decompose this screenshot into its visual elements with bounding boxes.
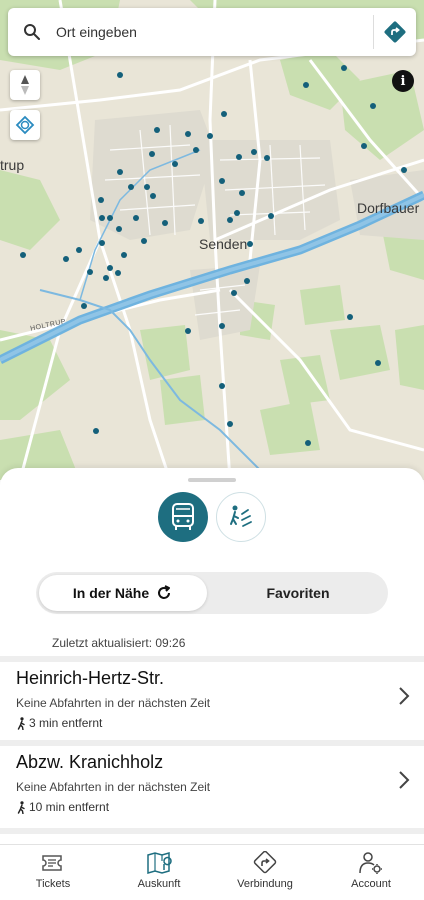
segment-control: In der Nähe Favoriten xyxy=(36,572,388,614)
tab-favorites[interactable]: Favoriten xyxy=(212,575,384,611)
stop-departures: Keine Abfahrten in der nächsten Zeit xyxy=(16,696,211,710)
map-view[interactable]: Senden Dorfbauer trup HOLTRUP xyxy=(0,0,424,480)
search-bar xyxy=(8,8,416,56)
chevron-right-icon xyxy=(399,687,410,705)
ticket-icon xyxy=(42,855,62,871)
compass-icon xyxy=(21,75,29,95)
nav-tickets-label: Tickets xyxy=(35,878,71,890)
mode-bus-button[interactable] xyxy=(158,492,208,542)
app-screen: Senden Dorfbauer trup HOLTRUP i xyxy=(0,0,424,900)
map-label-trup: trup xyxy=(0,157,25,173)
locate-icon xyxy=(15,115,35,135)
locate-button[interactable] xyxy=(10,110,40,140)
nav-account-label: Account xyxy=(351,878,391,890)
nav-verbindung-label: Verbindung xyxy=(237,878,293,890)
bottom-sheet: In der Nähe Favoriten Zuletzt aktualisie… xyxy=(0,468,424,844)
nav-auskunft-label: Auskunft xyxy=(137,878,181,890)
chevron-right-icon xyxy=(399,771,410,789)
compass-button[interactable] xyxy=(10,70,40,100)
stop-distance: 10 min entfernt xyxy=(16,800,109,814)
tab-nearby-label: In der Nähe xyxy=(72,585,150,601)
sheet-drag-handle[interactable] xyxy=(188,478,236,482)
stop-departures: Keine Abfahrten in der nächsten Zeit xyxy=(16,780,211,794)
last-updated-text: Zuletzt aktualisiert: 09:26 xyxy=(52,636,186,650)
stop-distance-text: 3 min entfernt xyxy=(29,716,103,730)
walking-icon xyxy=(17,800,25,814)
tab-favorites-label: Favoriten xyxy=(266,585,330,601)
stop-name: Abzw. Kranichholz xyxy=(16,752,164,772)
directions-icon xyxy=(253,851,277,874)
stop-list-item[interactable]: Heinrich-Hertz-Str. Keine Abfahrten in d… xyxy=(0,656,424,732)
directions-icon xyxy=(384,21,406,43)
refresh-icon[interactable] xyxy=(155,584,173,602)
nav-verbindung[interactable]: Verbindung xyxy=(212,845,318,900)
nav-tickets[interactable]: Tickets xyxy=(0,845,106,900)
search-icon[interactable] xyxy=(8,8,56,56)
tab-nearby[interactable]: In der Nähe xyxy=(39,575,207,611)
walking-icon xyxy=(17,716,25,730)
bus-icon xyxy=(172,503,194,530)
stop-name: Heinrich-Hertz-Str. xyxy=(16,668,165,688)
account-icon xyxy=(359,852,382,874)
bottom-navigation: Tickets Auskunft Verbindung Account xyxy=(0,844,424,900)
stop-distance: 3 min entfernt xyxy=(16,716,102,730)
stop-list-item[interactable]: Abzw. Kranichholz Keine Abfahrten in der… xyxy=(0,740,424,816)
map-pin-icon xyxy=(147,852,172,874)
walk-transfer-icon xyxy=(230,505,252,527)
stop-distance-text: 10 min entfernt xyxy=(29,800,110,814)
stop-list-item-partial[interactable] xyxy=(0,828,424,844)
nav-auskunft[interactable]: Auskunft xyxy=(106,845,212,900)
mode-walk-transfer-button[interactable] xyxy=(216,492,266,542)
nav-account[interactable]: Account xyxy=(318,845,424,900)
directions-button[interactable] xyxy=(374,8,416,56)
map-label-dorfbauer: Dorfbauer xyxy=(357,200,420,216)
map-label-senden: Senden xyxy=(199,236,248,252)
search-input[interactable] xyxy=(56,8,373,56)
map-info-button[interactable]: i xyxy=(392,70,414,92)
